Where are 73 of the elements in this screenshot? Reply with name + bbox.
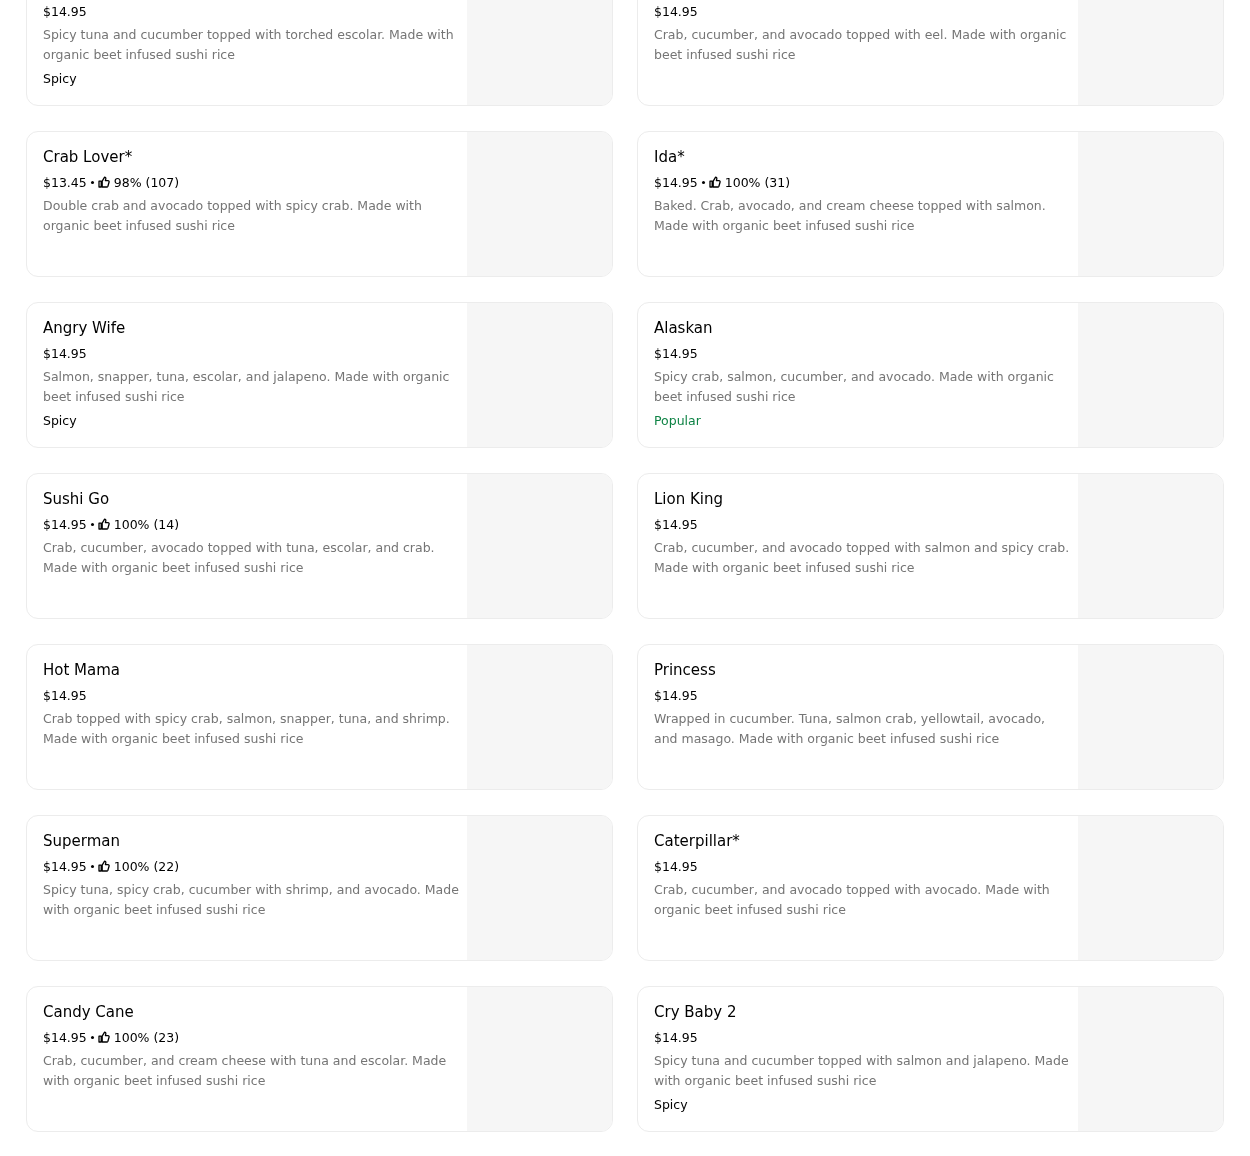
item-price: $13.45 xyxy=(43,174,87,190)
menu-item-card[interactable]: Cry Baby 2 $14.95 Spicy tuna and cucumber topped with salmon and jalapeno. Made with organic beet infused sushi rice Spicy xyxy=(637,986,1224,1132)
item-price: $14.95 xyxy=(654,345,698,361)
menu-item-card[interactable]: Lion King $14.95 Crab, cucumber, and avocado topped with salmon and spicy crab. Made with organic beet infused sushi rice xyxy=(637,473,1224,619)
item-description: Crab, cucumber, and avocado topped with avocado. Made with organic beet infused sushi rice xyxy=(654,881,1051,919)
menu-item-card[interactable]: Caterpillar* $14.95 Crab, cucumber, and avocado topped with avocado. Made with organic beet infused sushi rice xyxy=(637,815,1224,961)
item-price: $14.95 xyxy=(654,858,698,874)
item-name: Angry Wife xyxy=(43,318,127,338)
item-price: $14.95 xyxy=(43,345,87,361)
separator-dot xyxy=(701,180,705,184)
item-price: $14.95 xyxy=(43,1029,87,1045)
item-tag: Spicy xyxy=(43,411,459,431)
item-name: Superman xyxy=(43,831,121,851)
item-price: $14.95 xyxy=(654,1029,698,1045)
item-rating: 100% (23) xyxy=(113,1029,180,1045)
thumbs-up-icon xyxy=(97,860,110,872)
separator-dot xyxy=(90,1035,94,1039)
menu-item-card[interactable]: $14.95 Spicy tuna and cucumber topped with torched escolar. Made with organic beet infused sushi rice Spicy xyxy=(26,0,613,106)
menu-item-card[interactable]: Angry Wife $14.95 Salmon, snapper, tuna, escolar, and jalapeno. Made with organic beet infused sushi rice Spicy xyxy=(26,302,613,448)
item-name: Lion King xyxy=(654,489,724,509)
item-description: Crab, cucumber, avocado topped with tuna, escolar, and crab. Made with organic beet infused sushi rice xyxy=(43,539,436,577)
menu-item-card[interactable]: Superman $14.95 100% (22) Spicy tuna, spicy crab, cucumber with shrimp, and avocado. Made with organic beet infused sushi rice xyxy=(26,815,613,961)
item-description: Spicy tuna, spicy crab, cucumber with shrimp, and avocado. Made with organic beet infused sushi rice xyxy=(43,881,459,919)
thumbs-up-icon xyxy=(97,176,110,188)
menu-item-card[interactable]: Alaskan $14.95 Spicy crab, salmon, cucumber, and avocado. Made with organic beet infused sushi rice Popular xyxy=(637,302,1224,448)
item-rating: 100% (22) xyxy=(113,858,180,874)
menu-item-card[interactable]: Crab Lover* $13.45 98% (107) Double crab and avocado topped with spicy crab. Made with organic beet infused sushi rice xyxy=(26,131,613,277)
item-description: Salmon, snapper, tuna, escolar, and jalapeno. Made with organic beet infused sushi rice xyxy=(43,368,451,406)
item-description: Crab topped with spicy crab, salmon, snapper, tuna, and shrimp. Made with organic beet infused sushi rice xyxy=(43,710,451,748)
item-price: $14.95 xyxy=(43,687,87,703)
menu-item-card[interactable]: Sushi Go $14.95 100% (14) Crab, cucumber, avocado topped with tuna, escolar, and crab. Made with organic beet infused sushi rice xyxy=(26,473,613,619)
item-description: Crab, cucumber, and avocado topped with salmon and spicy crab. Made with organic beet infused sushi rice xyxy=(654,539,1070,577)
separator-dot xyxy=(90,180,94,184)
thumbs-up-icon xyxy=(708,176,721,188)
item-price: $14.95 xyxy=(654,516,698,532)
item-description: Crab, cucumber, and cream cheese with tuna and escolar. Made with organic beet infused sushi rice xyxy=(43,1052,448,1090)
item-rating: 100% (14) xyxy=(113,516,180,532)
item-description: Spicy crab, salmon, cucumber, and avocado. Made with organic beet infused sushi rice xyxy=(654,368,1055,406)
item-price: $14.95 xyxy=(43,858,87,874)
menu-item-card[interactable]: Candy Cane $14.95 100% (23) Crab, cucumber, and cream cheese with tuna and escolar. Made with organic beet infused sushi rice xyxy=(26,986,613,1132)
item-name: Sushi Go xyxy=(43,489,111,509)
item-tag: Spicy xyxy=(654,1095,1070,1115)
item-price: $14.95 xyxy=(654,687,698,703)
item-tag: Spicy xyxy=(43,69,459,89)
item-description: Baked. Crab, avocado, and cream cheese topped with salmon. Made with organic beet infused sushi rice xyxy=(654,197,1047,235)
menu-item-card[interactable]: Princess $14.95 Wrapped in cucumber. Tuna, salmon crab, yellowtail, avocado, and masago. Made with organic beet infused sushi rice xyxy=(637,644,1224,790)
thumbs-up-icon xyxy=(97,1031,110,1043)
thumbs-up-icon xyxy=(97,518,110,530)
menu-item-card[interactable]: $14.95 Crab, cucumber, and avocado topped with eel. Made with organic beet infused sushi rice xyxy=(637,0,1224,106)
menu-item-card[interactable]: Ida* $14.95 100% (31) Baked. Crab, avocado, and cream cheese topped with salmon. Made with organic beet infused sushi rice xyxy=(637,131,1224,277)
item-price: $14.95 xyxy=(654,3,698,19)
item-name: Cry Baby 2 xyxy=(654,1002,738,1022)
item-name: Hot Mama xyxy=(43,660,122,680)
item-name: Crab Lover* xyxy=(43,147,134,167)
separator-dot xyxy=(90,864,94,868)
item-description: Spicy tuna and cucumber topped with torched escolar. Made with organic beet infused sushi rice xyxy=(43,26,455,64)
item-rating: 100% (31) xyxy=(724,174,791,190)
item-price: $14.95 xyxy=(43,3,87,19)
item-tag: Popular xyxy=(654,411,1070,431)
item-name: Princess xyxy=(654,660,717,680)
item-rating: 98% (107) xyxy=(113,174,180,190)
item-description: Double crab and avocado topped with spicy crab. Made with organic beet infused sushi rice xyxy=(43,197,423,235)
item-description: Wrapped in cucumber. Tuna, salmon crab, yellowtail, avocado, and masago. Made with organic beet infused sushi rice xyxy=(654,710,1047,748)
menu-item-card[interactable]: Hot Mama $14.95 Crab topped with spicy crab, salmon, snapper, tuna, and shrimp. Made with organic beet infused sushi rice xyxy=(26,644,613,790)
item-description: Crab, cucumber, and avocado topped with eel. Made with organic beet infused sushi rice xyxy=(654,26,1068,64)
item-name: Alaskan xyxy=(654,318,714,338)
item-name: Candy Cane xyxy=(43,1002,135,1022)
separator-dot xyxy=(90,522,94,526)
item-description: Spicy tuna and cucumber topped with salmon and jalapeno. Made with organic beet infused sushi rice xyxy=(654,1052,1070,1090)
item-price: $14.95 xyxy=(654,174,698,190)
item-name: Ida* xyxy=(654,147,686,167)
item-price: $14.95 xyxy=(43,516,87,532)
item-name: Caterpillar* xyxy=(654,831,741,851)
